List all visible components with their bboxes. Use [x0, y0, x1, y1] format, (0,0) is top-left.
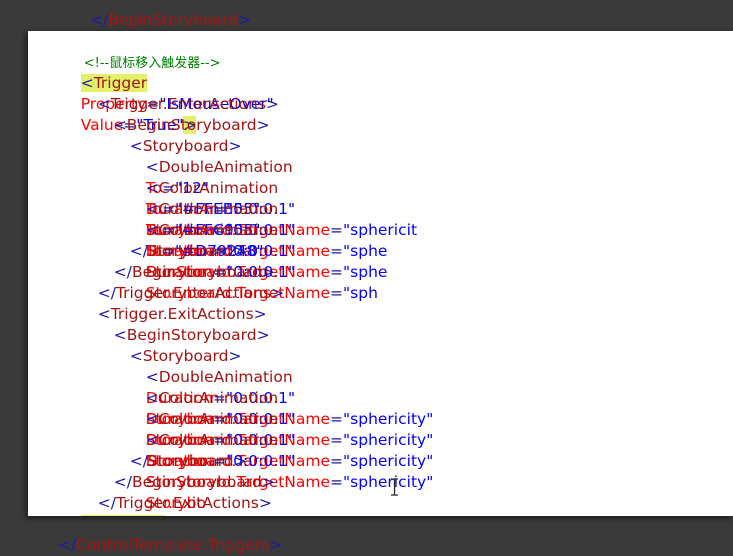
code-line-exit-actions-close: </Trigger.ExitActions>: [97, 494, 272, 512]
code-line-begin-storyboard-open: <BeginStoryboard>: [113, 326, 270, 344]
code-line-trigger-close: </Trigger>: [61, 493, 167, 516]
code-line-exit-animation: <ColorAnimation Duration="0:0:0.1" Story…: [145, 431, 434, 512]
code-line-storyboard-close: </Storyboard>: [129, 242, 247, 260]
code-line-exit-animation: <ColorAnimation Duration="0:0:0.1" Story…: [145, 389, 434, 470]
code-line-enter-animation: <ColorAnimation To="#FFC955" Duration="0…: [145, 200, 388, 281]
code-line-enter-actions-open: <Trigger.EnterActions>: [97, 95, 279, 113]
code-editor[interactable]: <!--鼠标移入触发器--> <Trigger Property="IsMous…: [28, 31, 733, 516]
code-line-comment: <!--鼠标移入触发器-->: [64, 31, 221, 71]
trigger-close-highlight: </Trigger>: [80, 515, 166, 516]
code-line-enter-animation: <DoubleAnimation To="12" Duration="0:0:0…: [145, 158, 418, 239]
code-line-exit-animation: <DoubleAnimation Duration="0:0:0.1" Stor…: [145, 368, 434, 449]
code-line-enter-actions-close: </Trigger.EnterActions>: [97, 284, 285, 302]
code-line-begin-storyboard-close: </BeginStoryboard>: [113, 263, 275, 281]
code-line-enter-animation: <ColorAnimation To="#D79248" Duration="0…: [145, 221, 378, 302]
code-line-exit-animation: <ColorAnimation Duration="0:0:0.1" Story…: [145, 410, 434, 491]
code-line-enter-animation: <ColorAnimation To="#FFEB55" Duration="0…: [145, 179, 388, 260]
ibeam-cursor-icon: [391, 478, 398, 496]
bg-code-line-begin-storyboard: </BeginStoryboard>: [89, 11, 251, 29]
code-line-trigger-open: <Trigger Property="IsMouseOver" Value="T…: [80, 74, 274, 134]
code-line-exit-actions-open: <Trigger.ExitActions>: [97, 305, 267, 323]
code-line-storyboard-close: </Storyboard>: [129, 452, 247, 470]
code-line-storyboard-open: <Storyboard>: [129, 137, 242, 155]
code-line-begin-storyboard-open: <BeginStoryboard>: [113, 116, 270, 134]
bg-code-line-event-trigger: </EventTrigger>: [64, 10, 203, 50]
code-line-begin-storyboard-close: </BeginStoryboard>: [113, 473, 275, 491]
code-line-storyboard-open: <Storyboard>: [129, 347, 242, 365]
bg-code-line-control-template-triggers: </ControlTemplate.Triggers>: [57, 536, 283, 554]
